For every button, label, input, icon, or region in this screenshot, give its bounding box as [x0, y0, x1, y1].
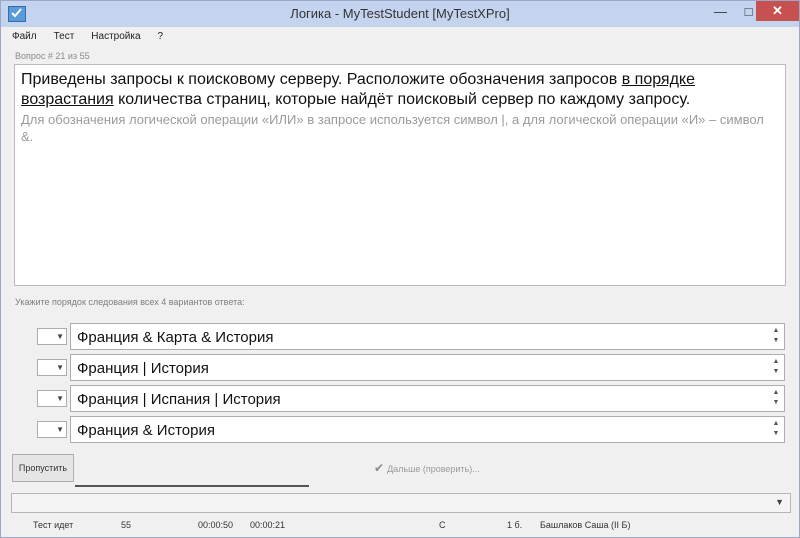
answer-text: Франция | История — [77, 360, 209, 377]
status-student: Башлаков Саша (II Б) — [540, 520, 631, 530]
status-state: Тест идет — [33, 520, 74, 530]
answer-row: ▼ Франция & История ▲ ▼ — [37, 416, 785, 443]
spin-arrows-icon[interactable]: ▲ ▼ — [771, 326, 781, 346]
answer-instruction: Укажите порядок следования всех 4 вариан… — [15, 297, 245, 307]
menu-help[interactable]: ? — [158, 28, 164, 46]
answer-option[interactable]: Франция & История ▲ ▼ — [70, 416, 785, 443]
chevron-down-icon: ▼ — [56, 363, 64, 372]
chevron-down-icon: ▼ — [56, 394, 64, 403]
app-window: Логика - MyTestStudent [MyTestXPro] — □ … — [0, 0, 800, 538]
answer-text: Франция | Испания | История — [77, 391, 281, 408]
next-button[interactable]: ✔ Дальше (проверить)... — [374, 461, 480, 475]
progress-line — [75, 485, 309, 487]
close-button[interactable]: ✕ — [756, 1, 799, 21]
title-bar: Логика - MyTestStudent [MyTestXPro] — □ … — [1, 1, 799, 27]
answer-row: ▼ Франция | Испания | История ▲ ▼ — [37, 385, 785, 412]
answer-option[interactable]: Франция | Испания | История ▲ ▼ — [70, 385, 785, 412]
menu-test[interactable]: Тест — [54, 28, 75, 46]
window-title: Логика - MyTestStudent [MyTestXPro] — [290, 6, 510, 21]
answer-text: Франция & Карта & История — [77, 329, 274, 346]
answer-option[interactable]: Франция & Карта & История ▲ ▼ — [70, 323, 785, 350]
menu-file[interactable]: Файл — [12, 28, 37, 46]
answer-row: ▼ Франция | История ▲ ▼ — [37, 354, 785, 381]
answer-text: Франция & История — [77, 422, 215, 439]
spin-arrows-icon[interactable]: ▲ ▼ — [771, 419, 781, 439]
order-select[interactable]: ▼ — [37, 421, 67, 438]
order-select[interactable]: ▼ — [37, 328, 67, 345]
checkmark-icon: ✔ — [374, 461, 385, 475]
skip-button[interactable]: Пропустить — [12, 454, 74, 482]
chevron-down-icon: ▼ — [56, 332, 64, 341]
answer-option[interactable]: Франция | История ▲ ▼ — [70, 354, 785, 381]
next-button-label: Дальше (проверить)... — [387, 464, 480, 474]
spin-arrows-icon[interactable]: ▲ ▼ — [771, 357, 781, 377]
status-score: 1 б. — [507, 520, 523, 530]
status-question-count: 55 — [121, 520, 132, 530]
minimize-button[interactable]: — — [707, 1, 734, 23]
chevron-down-icon: ▼ — [775, 497, 784, 507]
status-time-total: 00:00:50 — [198, 520, 234, 530]
question-panel: Приведены запросы к поисковому серверу. … — [14, 64, 786, 286]
status-bar: Тест идет 55 00:00:50 00:00:21 С 1 б. Ба… — [2, 515, 800, 537]
bottom-combo[interactable]: ▼ — [11, 493, 791, 513]
question-note: Для обозначения логической операции «ИЛИ… — [21, 112, 764, 144]
chevron-down-icon: ▼ — [56, 425, 64, 434]
answer-row: ▼ Франция & Карта & История ▲ ▼ — [37, 323, 785, 350]
question-text: Приведены запросы к поисковому серверу. … — [21, 71, 696, 108]
spin-arrows-icon[interactable]: ▲ ▼ — [771, 388, 781, 408]
order-select[interactable]: ▼ — [37, 390, 67, 407]
order-select[interactable]: ▼ — [37, 359, 67, 376]
status-grade: С — [439, 520, 446, 530]
status-time-question: 00:00:21 — [250, 520, 286, 530]
menu-settings[interactable]: Настройка — [91, 28, 140, 46]
question-number: Вопрос # 21 из 55 — [15, 51, 90, 61]
menu-bar: Файл Тест Настройка? — [3, 28, 797, 46]
